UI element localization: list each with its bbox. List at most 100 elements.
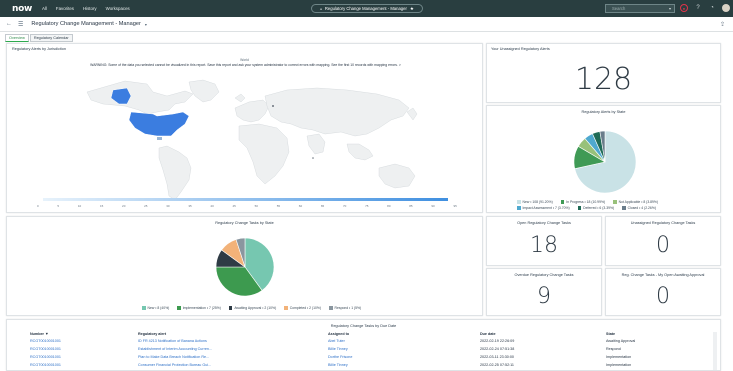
row-assignee-link[interactable]: Billie Tinney: [328, 347, 348, 351]
top-icons: ● ? ◔: [680, 4, 730, 12]
chevron-down-icon[interactable]: ▾: [145, 22, 147, 27]
map-scale-ticks: 0 5 10 15 20 25 30 35 40 45 50 55 60 65 70 75 80 85 90 95: [37, 204, 457, 208]
overdue-tasks-value: 9: [537, 284, 551, 309]
column-header-state[interactable]: State: [606, 332, 615, 336]
legend-swatch: [517, 206, 521, 210]
row-due-date: 2022-02-25 07:52:11: [480, 363, 514, 367]
dashboard-list-icon[interactable]: ☰: [18, 21, 23, 28]
global-search-input[interactable]: Search ▾: [605, 4, 675, 13]
legend-item[interactable]: New • 108 (91.20%): [517, 200, 553, 204]
nav-history[interactable]: History: [83, 6, 97, 11]
search-placeholder: Search: [612, 6, 626, 11]
row-state: Respond: [606, 347, 621, 351]
row-state: Implementation: [606, 363, 632, 367]
row-state: Implementation: [606, 355, 632, 359]
legend-swatch: [560, 200, 565, 204]
unassigned-tasks-widget[interactable]: Unassigned Regulatory Change Tasks 0: [605, 216, 721, 266]
my-tasks-value: 0: [656, 284, 670, 309]
column-header-regulatory-alert[interactable]: Regulatory alert: [138, 332, 166, 336]
row-due-date: 2022-02-19 22:26:09: [480, 339, 515, 343]
due-date-table-title: Regulatory Change Tasks by Due Date: [330, 324, 397, 328]
map-widget: Regulatory Alerts by Jurisdiction World …: [6, 43, 483, 213]
unassigned-alerts-title: Your Unassigned Regulatory Alerts: [491, 47, 550, 51]
tasks-by-state-pie[interactable]: [7, 217, 484, 317]
legend-swatch: [177, 306, 181, 310]
open-tasks-value: 18: [530, 233, 558, 258]
alerts-by-state-widget: Regulatory Alerts by State New • 108 (91…: [486, 105, 721, 213]
unassigned-tasks-title: Unassigned Regulatory Change Tasks: [630, 221, 696, 225]
legend-item[interactable]: Implementation • 7 (25%): [177, 306, 221, 310]
search-scope-chevron-icon[interactable]: ▾: [669, 6, 671, 11]
row-due-date: 2022-02-24 07:51:38: [480, 347, 515, 351]
legend-item[interactable]: Respond • 1 (5%): [329, 306, 361, 310]
alerts-by-state-pie[interactable]: [487, 106, 722, 214]
nav-favorites[interactable]: Favorites: [56, 6, 74, 11]
notifications-icon[interactable]: ◔: [708, 4, 716, 12]
row-number-link[interactable]: RCGT0010001001: [30, 363, 61, 367]
record-icon[interactable]: ●: [680, 4, 688, 12]
legend-swatch: [329, 306, 333, 310]
tasks-by-state-widget: Regulatory Change Tasks by State New • 8…: [6, 216, 483, 316]
unassigned-alerts-value: 128: [574, 62, 633, 97]
share-icon[interactable]: ⇪: [720, 21, 725, 28]
legend-item[interactable]: Impact Assessment • 7 (3.70%): [517, 206, 570, 210]
back-icon[interactable]: ←: [6, 21, 12, 27]
dashboard-title[interactable]: Regulatory Change Management - Manager: [31, 21, 140, 27]
context-pill[interactable]: ● Regulatory Change Management - Manager…: [311, 4, 423, 13]
row-due-date: 2022-03-11 23:30:00: [480, 355, 514, 359]
open-tasks-title: Open Regulatory Change Tasks: [517, 221, 571, 225]
legend-item[interactable]: Awaiting Approval • 2 (10%): [228, 306, 276, 310]
row-assignee-link[interactable]: Billie Tinney: [328, 363, 348, 367]
dashboard-tabs: Overview Regulatory Calendar: [5, 34, 73, 42]
legend-item[interactable]: New • 8 (40%): [142, 306, 169, 310]
context-label: Regulatory Change Management - Manager: [324, 6, 407, 11]
column-header-assigned-to[interactable]: Assigned to: [328, 332, 349, 336]
row-state: Awaiting Approval: [606, 339, 636, 343]
tasks-by-state-legend: New • 8 (40%) Implementation • 7 (25%) A…: [142, 306, 442, 312]
row-assignee-link[interactable]: Abel Tuter: [328, 339, 345, 343]
legend-item[interactable]: Completed • 2 (10%): [284, 306, 321, 310]
overdue-tasks-title: Overdue Regulatory Change Tasks: [514, 273, 574, 277]
nav-workspaces[interactable]: Workspaces: [106, 6, 130, 11]
row-number-link[interactable]: RCGT0010001001: [30, 347, 61, 351]
alerts-by-state-legend: New • 108 (91.20%) In Progress • 18 (10.…: [517, 200, 717, 212]
row-number-link[interactable]: RCGT0010001001: [30, 339, 61, 343]
overdue-tasks-widget[interactable]: Overdue Regulatory Change Tasks 9: [486, 268, 602, 316]
nav-all[interactable]: All: [42, 6, 47, 11]
help-icon[interactable]: ?: [694, 4, 702, 12]
servicenow-logo[interactable]: now: [12, 4, 32, 14]
column-header-number[interactable]: Number ▼: [30, 332, 49, 336]
open-tasks-widget[interactable]: Open Regulatory Change Tasks 18: [486, 216, 602, 266]
legend-swatch: [622, 206, 626, 210]
top-navigation-bar: now All Favorites History Workspaces ● R…: [0, 0, 733, 17]
map-color-scale: [43, 198, 448, 201]
my-tasks-title: Reg. Change Tasks - My Open Awaiting App…: [621, 273, 705, 277]
star-icon[interactable]: ★: [410, 6, 414, 12]
legend-item[interactable]: Not Applicable • 8 (3.89%): [613, 200, 658, 204]
table-scrollbar[interactable]: [713, 332, 717, 370]
map-usa-region: [128, 111, 190, 137]
legend-item[interactable]: In Progress • 18 (10.99%): [560, 200, 605, 204]
unassigned-alerts-widget[interactable]: Your Unassigned Regulatory Alerts 128: [486, 43, 721, 103]
column-header-due-date[interactable]: Due date: [480, 332, 496, 336]
row-alert-link[interactable]: ID FR 4213 Notification of Banana Action…: [138, 339, 207, 343]
world-map[interactable]: [7, 44, 484, 214]
legend-item[interactable]: Deferred • 6 (3.39%): [577, 206, 614, 210]
legend-swatch: [228, 306, 233, 310]
context-dot-icon: ●: [320, 6, 322, 11]
row-alert-link[interactable]: Consumer Financial Protection Bureau Gui…: [138, 363, 211, 367]
legend-swatch: [517, 200, 521, 204]
row-assignee-link[interactable]: Dorthe Frisone: [328, 355, 352, 359]
row-number-link[interactable]: RCGT0010001001: [30, 355, 61, 359]
my-tasks-widget[interactable]: Reg. Change Tasks - My Open Awaiting App…: [605, 268, 721, 316]
user-avatar[interactable]: [722, 4, 730, 12]
legend-swatch: [142, 306, 146, 310]
unassigned-tasks-value: 0: [656, 233, 670, 258]
row-alert-link[interactable]: Establishment of Interim Accounting Curr…: [138, 347, 212, 351]
tab-overview[interactable]: Overview: [5, 34, 29, 42]
legend-swatch: [577, 206, 582, 210]
nav-menu: All Favorites History Workspaces: [42, 6, 139, 11]
row-alert-link[interactable]: Plan to Make Data Breach Notification Re…: [138, 355, 209, 359]
legend-item[interactable]: Closed • 4 (2.26%): [622, 206, 656, 210]
tab-regulatory-calendar[interactable]: Regulatory Calendar: [29, 34, 73, 42]
